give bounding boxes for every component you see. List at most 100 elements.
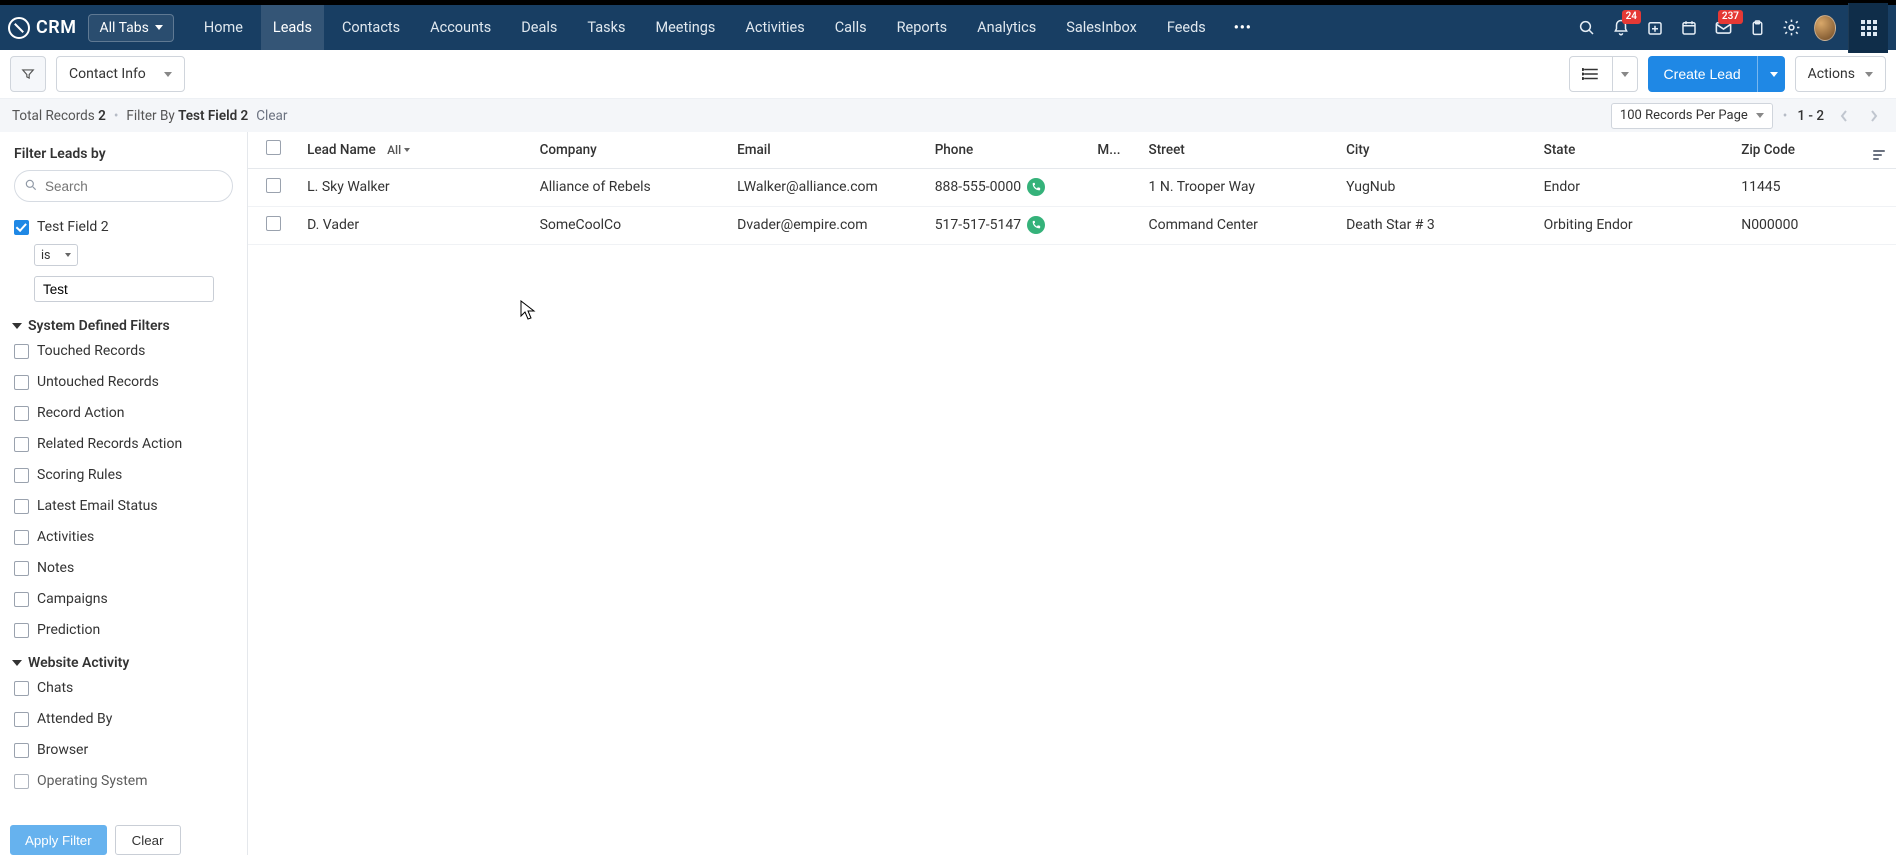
clipboard-icon[interactable] bbox=[1746, 17, 1768, 39]
nav-salesinbox[interactable]: SalesInbox bbox=[1054, 5, 1149, 50]
nav-activities[interactable]: Activities bbox=[733, 5, 816, 50]
filter-value-input[interactable] bbox=[34, 276, 214, 302]
cell-email[interactable]: Dvader@empire.com bbox=[729, 206, 927, 244]
filter-checkbox[interactable] bbox=[14, 743, 29, 758]
view-mode-dropdown[interactable] bbox=[1612, 57, 1637, 91]
col-header-m[interactable]: M... bbox=[1089, 132, 1140, 168]
filter-search-input[interactable] bbox=[14, 170, 233, 202]
filter-checkbox-test-field-2[interactable] bbox=[14, 220, 29, 235]
nav-meetings[interactable]: Meetings bbox=[643, 5, 727, 50]
row-checkbox[interactable] bbox=[266, 178, 281, 193]
notifications-icon[interactable]: 24 bbox=[1610, 17, 1632, 39]
filter-item-label: Activities bbox=[37, 529, 94, 545]
column-settings-button[interactable] bbox=[1861, 132, 1896, 168]
col-header-street[interactable]: Street bbox=[1141, 132, 1339, 168]
nav-contacts[interactable]: Contacts bbox=[330, 5, 412, 50]
col-header-city[interactable]: City bbox=[1338, 132, 1536, 168]
lead-name-filter-dropdown[interactable]: All bbox=[387, 143, 410, 157]
filter-checkbox[interactable] bbox=[14, 681, 29, 696]
filter-checkbox[interactable] bbox=[14, 499, 29, 514]
cell-email[interactable]: LWalker@alliance.com bbox=[729, 168, 927, 206]
nav-reports[interactable]: Reports bbox=[885, 5, 960, 50]
nav-calls[interactable]: Calls bbox=[823, 5, 879, 50]
apply-filter-button[interactable]: Apply Filter bbox=[10, 825, 107, 855]
col-header-phone[interactable]: Phone bbox=[927, 132, 1090, 168]
filter-checkbox[interactable] bbox=[14, 406, 29, 421]
nav-feeds[interactable]: Feeds bbox=[1155, 5, 1218, 50]
search-icon[interactable] bbox=[1576, 17, 1598, 39]
list-view-icon[interactable] bbox=[1570, 67, 1612, 81]
filter-checkbox[interactable] bbox=[14, 712, 29, 727]
crm-logo[interactable]: CRM bbox=[8, 17, 76, 39]
filter-checkbox[interactable] bbox=[14, 592, 29, 607]
cell-state: Orbiting Endor bbox=[1536, 206, 1734, 244]
filter-checkbox[interactable] bbox=[14, 561, 29, 576]
nav-accounts[interactable]: Accounts bbox=[418, 5, 503, 50]
select-all-checkbox[interactable] bbox=[266, 140, 281, 155]
create-lead-group: Create Lead bbox=[1648, 56, 1785, 92]
website-activity-section-toggle[interactable]: Website Activity bbox=[0, 641, 247, 677]
clear-filter-button[interactable]: Clear bbox=[115, 825, 181, 855]
cell-phone: 888-555-0000 bbox=[927, 168, 1090, 206]
top-icon-bar: 24 237 bbox=[1576, 17, 1842, 39]
mail-badge: 237 bbox=[1718, 10, 1743, 24]
filter-checkbox[interactable] bbox=[14, 530, 29, 545]
row-checkbox[interactable] bbox=[266, 216, 281, 231]
user-avatar[interactable] bbox=[1814, 17, 1836, 39]
mail-icon[interactable]: 237 bbox=[1712, 17, 1734, 39]
cell-zip: N000000 bbox=[1733, 206, 1861, 244]
view-mode-toggle[interactable] bbox=[1569, 56, 1638, 92]
cell-lead-name[interactable]: L. Sky Walker bbox=[299, 168, 531, 206]
col-header-company[interactable]: Company bbox=[532, 132, 730, 168]
call-icon[interactable] bbox=[1027, 178, 1045, 196]
filter-checkbox[interactable] bbox=[14, 375, 29, 390]
settings-icon[interactable] bbox=[1780, 17, 1802, 39]
filter-checkbox[interactable] bbox=[14, 344, 29, 359]
filter-checkbox[interactable] bbox=[14, 774, 29, 789]
chevron-down-icon bbox=[12, 660, 22, 666]
table-row[interactable]: L. Sky Walker Alliance of Rebels LWalker… bbox=[248, 168, 1896, 206]
filter-item-label: Untouched Records bbox=[37, 374, 159, 390]
filter-checkbox[interactable] bbox=[14, 623, 29, 638]
leads-table-wrap: Lead Name All Company Email Phone M... S… bbox=[248, 132, 1896, 855]
nav-deals[interactable]: Deals bbox=[509, 5, 569, 50]
add-icon[interactable] bbox=[1644, 17, 1666, 39]
col-header-zip[interactable]: Zip Code bbox=[1733, 132, 1861, 168]
filter-toggle-button[interactable] bbox=[10, 56, 46, 92]
caret-down-icon bbox=[65, 253, 71, 257]
filter-checkbox[interactable] bbox=[14, 468, 29, 483]
actions-button[interactable]: Actions bbox=[1795, 56, 1886, 92]
all-tabs-dropdown[interactable]: All Tabs bbox=[88, 14, 173, 42]
clear-filter-link[interactable]: Clear bbox=[256, 108, 287, 124]
cell-m bbox=[1089, 168, 1140, 206]
col-header-email[interactable]: Email bbox=[729, 132, 927, 168]
call-icon[interactable] bbox=[1027, 216, 1045, 234]
nav-more-button[interactable]: ••• bbox=[1224, 5, 1262, 50]
filter-operator-dropdown[interactable]: is bbox=[34, 244, 78, 266]
table-row[interactable]: D. Vader SomeCoolCo Dvader@empire.com 51… bbox=[248, 206, 1896, 244]
nav-tasks[interactable]: Tasks bbox=[575, 5, 637, 50]
system-filters-section-toggle[interactable]: System Defined Filters bbox=[0, 304, 247, 340]
total-records-label: Total Records 2 bbox=[12, 108, 106, 124]
filter-item-label: Latest Email Status bbox=[37, 498, 158, 514]
caret-down-icon bbox=[1756, 113, 1764, 118]
filter-checkbox[interactable] bbox=[14, 437, 29, 452]
prev-page-button[interactable] bbox=[1834, 104, 1854, 128]
filter-item-label: Scoring Rules bbox=[37, 467, 122, 483]
create-lead-button[interactable]: Create Lead bbox=[1648, 56, 1757, 92]
col-header-state[interactable]: State bbox=[1536, 132, 1734, 168]
nav-home[interactable]: Home bbox=[192, 5, 255, 50]
actions-label: Actions bbox=[1808, 66, 1855, 82]
nav-leads[interactable]: Leads bbox=[261, 5, 324, 50]
create-lead-dropdown[interactable] bbox=[1757, 56, 1785, 92]
view-selector[interactable]: Contact Info bbox=[56, 56, 185, 92]
filter-footer: Apply Filter Clear bbox=[0, 815, 247, 855]
cell-lead-name[interactable]: D. Vader bbox=[299, 206, 531, 244]
col-header-lead-name[interactable]: Lead Name All bbox=[299, 132, 531, 168]
column-settings-icon bbox=[1873, 150, 1885, 160]
app-switcher-icon[interactable] bbox=[1848, 3, 1888, 53]
records-per-page-dropdown[interactable]: 100 Records Per Page bbox=[1611, 103, 1773, 129]
next-page-button[interactable] bbox=[1864, 104, 1884, 128]
nav-analytics[interactable]: Analytics bbox=[965, 5, 1048, 50]
calendar-icon[interactable] bbox=[1678, 17, 1700, 39]
